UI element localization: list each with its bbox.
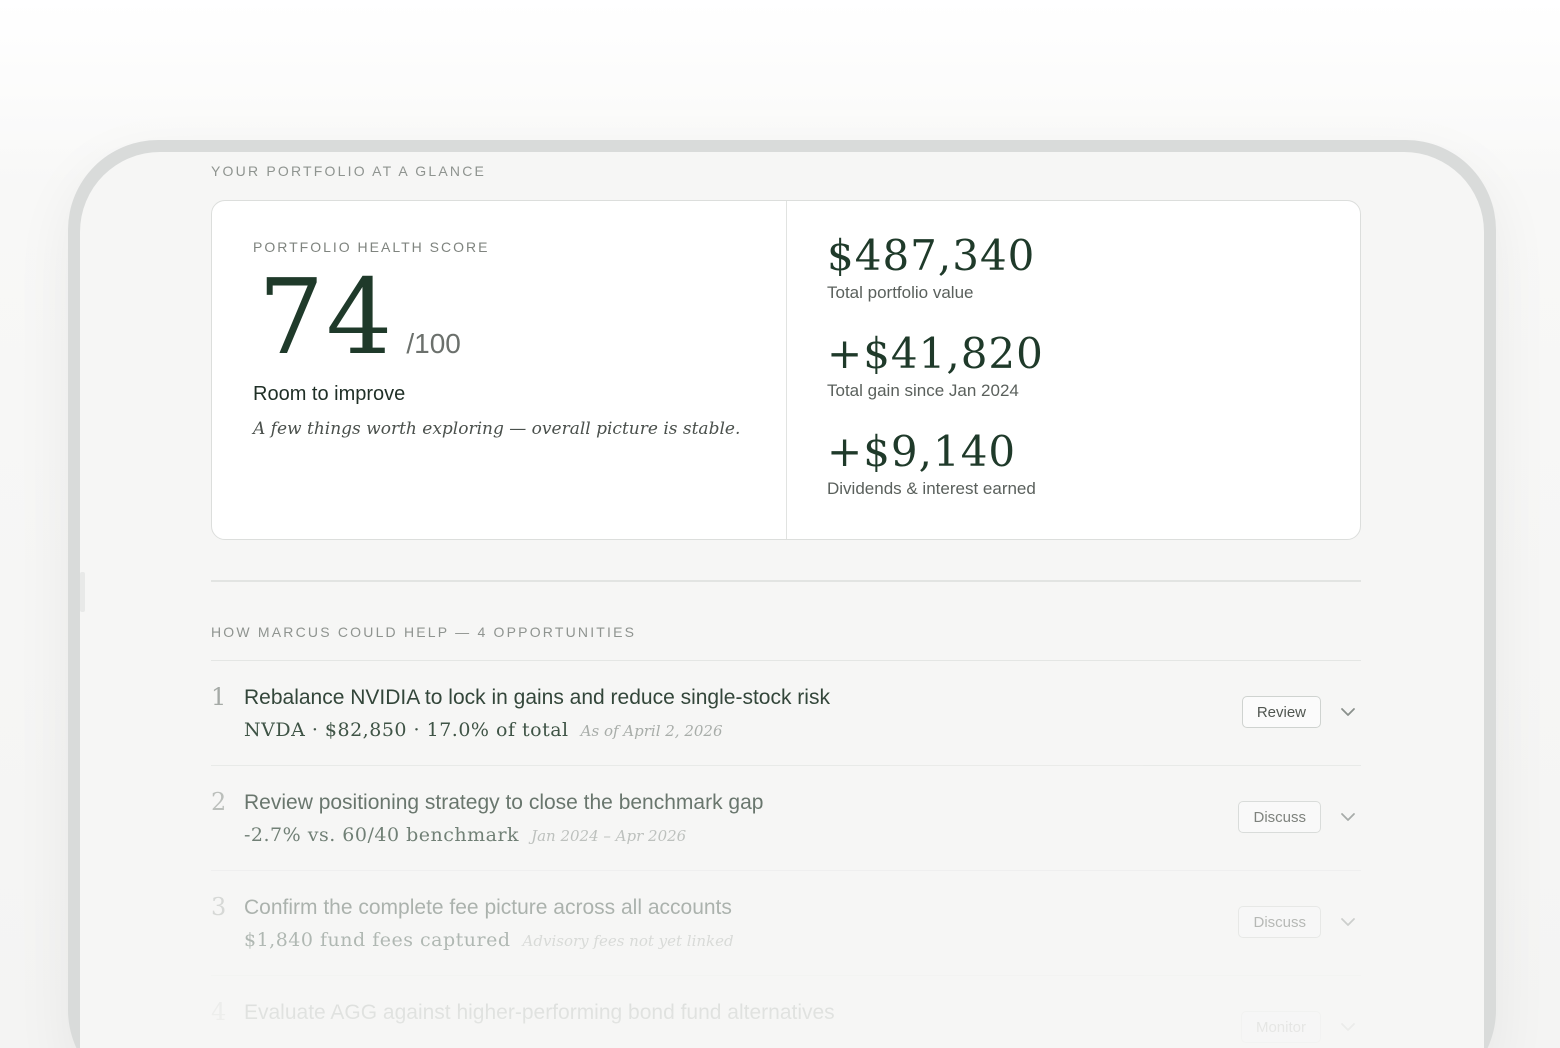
opportunities-list: 1 Rebalance NVIDIA to lock in gains and … [211, 660, 1361, 1048]
tablet-screen: YOUR PORTFOLIO AT A GLANCE PORTFOLIO HEA… [80, 152, 1484, 1048]
stat-total-value: $487,340 Total portfolio value [827, 235, 1035, 303]
stat-value: +$9,140 [827, 427, 1017, 476]
health-score-status: Room to improve [253, 383, 406, 405]
opportunity-detail: NVDA · $82,850 · 17.0% of total [244, 719, 569, 741]
opportunity-detail-line: $1,840 fund fees captured Advisory fees n… [244, 929, 734, 951]
opportunity-row[interactable]: 4 Evaluate AGG against higher-performing… [211, 975, 1361, 1048]
opportunity-title: Rebalance NVIDIA to lock in gains and re… [244, 686, 830, 709]
glance-section-title: YOUR PORTFOLIO AT A GLANCE [211, 163, 487, 179]
opportunity-note: Jan 2024 – Apr 2026 [531, 827, 687, 845]
opportunity-detail: -2.7% vs. 60/40 benchmark [244, 824, 520, 846]
chevron-down-icon[interactable] [1339, 808, 1357, 826]
chevron-down-icon[interactable] [1339, 1018, 1357, 1036]
tablet-frame: YOUR PORTFOLIO AT A GLANCE PORTFOLIO HEA… [68, 140, 1496, 1048]
section-divider [211, 580, 1361, 582]
stat-value: $487,340 [827, 231, 1036, 280]
stat-label: Dividends & interest earned [827, 479, 1036, 498]
opportunity-detail: $1,840 fund fees captured [244, 929, 511, 951]
health-score-panel: PORTFOLIO HEALTH SCORE 74 /100 Room to i… [212, 201, 787, 539]
opportunity-row[interactable]: 1 Rebalance NVIDIA to lock in gains and … [211, 660, 1361, 765]
chevron-down-icon[interactable] [1339, 703, 1357, 721]
health-score-label: PORTFOLIO HEALTH SCORE [253, 239, 490, 255]
opportunity-number: 1 [211, 683, 227, 711]
opportunity-title: Review positioning strategy to close the… [244, 791, 764, 814]
opportunity-title: Evaluate AGG against higher-performing b… [244, 1001, 835, 1024]
monitor-button[interactable]: Monitor [1240, 1011, 1321, 1043]
opportunity-number: 4 [211, 998, 227, 1026]
opportunity-detail-line: NVDA · $82,850 · 17.0% of total As of Apr… [244, 719, 723, 741]
portfolio-summary-card: PORTFOLIO HEALTH SCORE 74 /100 Room to i… [211, 200, 1361, 540]
stat-total-gain: +$41,820 Total gain since Jan 2024 [827, 333, 1044, 401]
stat-dividends: +$9,140 Dividends & interest earned [827, 431, 1036, 499]
opportunity-detail-line: -2.7% vs. 60/40 benchmark Jan 2024 – Apr … [244, 824, 686, 846]
discuss-button[interactable]: Discuss [1238, 906, 1321, 938]
health-score-note: A few things worth exploring — overall p… [253, 419, 741, 439]
opportunity-title: Confirm the complete fee picture across … [244, 896, 732, 919]
discuss-button[interactable]: Discuss [1238, 801, 1321, 833]
health-score-max: /100 [406, 328, 461, 359]
health-score-row: 74 /100 [258, 265, 461, 369]
opportunity-number: 2 [211, 788, 227, 816]
opportunity-number: 3 [211, 893, 227, 921]
stat-label: Total gain since Jan 2024 [827, 381, 1019, 400]
opportunity-note: As of April 2, 2026 [580, 722, 723, 740]
opportunities-section-title: HOW MARCUS COULD HELP — 4 OPPORTUNITIES [211, 624, 637, 640]
portfolio-stats-panel: $487,340 Total portfolio value +$41,820 … [787, 201, 1360, 539]
stat-label: Total portfolio value [827, 283, 974, 302]
health-score-value: 74 [258, 256, 395, 378]
opportunity-row[interactable]: 2 Review positioning strategy to close t… [211, 765, 1361, 870]
review-button[interactable]: Review [1241, 696, 1321, 728]
opportunity-note: Advisory fees not yet linked [522, 932, 734, 950]
page-background: YOUR PORTFOLIO AT A GLANCE PORTFOLIO HEA… [0, 0, 1560, 1048]
opportunity-row[interactable]: 3 Confirm the complete fee picture acros… [211, 870, 1361, 975]
stat-value: +$41,820 [827, 329, 1044, 378]
tablet-side-button [80, 572, 85, 612]
chevron-down-icon[interactable] [1339, 913, 1357, 931]
